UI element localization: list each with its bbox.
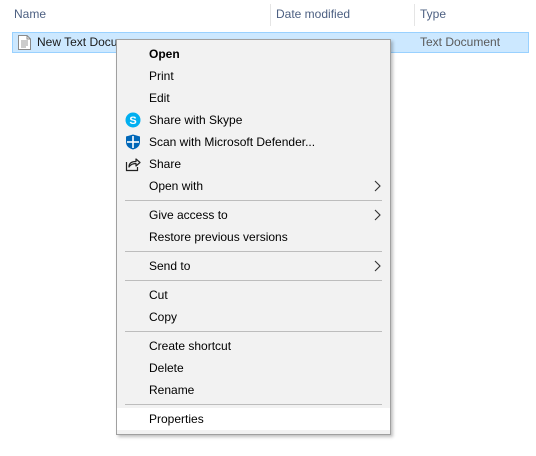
menu-separator bbox=[125, 280, 382, 281]
menu-item-open[interactable]: Open bbox=[117, 43, 390, 65]
menu-item-label: Properties bbox=[149, 412, 204, 426]
menu-item-label: Open with bbox=[149, 179, 204, 193]
menu-separator bbox=[125, 404, 382, 405]
chevron-right-icon bbox=[374, 260, 381, 272]
menu-item-delete[interactable]: Delete bbox=[117, 357, 390, 379]
column-type[interactable]: Type bbox=[420, 0, 446, 28]
menu-separator bbox=[125, 331, 382, 332]
menu-item-edit[interactable]: Edit bbox=[117, 87, 390, 109]
menu-item-label: Rename bbox=[149, 383, 195, 397]
menu-item-label: Share bbox=[149, 157, 182, 171]
menu-item-label: Delete bbox=[149, 361, 184, 375]
menu-item-label: Open bbox=[149, 47, 180, 61]
menu-item-give-access[interactable]: Give access to bbox=[117, 204, 390, 226]
share-icon bbox=[125, 158, 141, 172]
menu-item-label: Scan with Microsoft Defender... bbox=[149, 135, 316, 149]
column-divider[interactable] bbox=[270, 4, 271, 26]
menu-item-print[interactable]: Print bbox=[117, 65, 390, 87]
menu-item-label: Create shortcut bbox=[149, 339, 232, 353]
menu-separator bbox=[125, 251, 382, 252]
file-name: New Text Docu bbox=[37, 35, 118, 49]
menu-item-share[interactable]: Share bbox=[117, 153, 390, 175]
chevron-right-icon bbox=[374, 180, 381, 192]
chevron-right-icon bbox=[374, 209, 381, 221]
menu-item-label: Edit bbox=[149, 91, 170, 105]
menu-item-rename[interactable]: Rename bbox=[117, 379, 390, 401]
svg-text:S: S bbox=[129, 115, 136, 127]
menu-item-create-shortcut[interactable]: Create shortcut bbox=[117, 335, 390, 357]
menu-item-label: Cut bbox=[149, 288, 168, 302]
defender-shield-icon bbox=[126, 134, 140, 150]
menu-item-scan-defender[interactable]: Scan with Microsoft Defender... bbox=[117, 131, 390, 153]
menu-item-label: Share with Skype bbox=[149, 113, 243, 127]
menu-item-label: Restore previous versions bbox=[149, 230, 288, 244]
column-name[interactable]: Name bbox=[14, 0, 46, 28]
column-header: Name Date modified Type bbox=[0, 0, 536, 28]
menu-item-restore-versions[interactable]: Restore previous versions bbox=[117, 226, 390, 248]
menu-item-cut[interactable]: Cut bbox=[117, 284, 390, 306]
menu-item-label: Copy bbox=[149, 310, 178, 324]
file-type: Text Document bbox=[420, 35, 501, 49]
menu-item-label: Print bbox=[149, 69, 174, 83]
menu-item-label: Send to bbox=[149, 259, 191, 273]
menu-item-label: Give access to bbox=[149, 208, 228, 222]
menu-item-copy[interactable]: Copy bbox=[117, 306, 390, 328]
skype-icon: S bbox=[125, 112, 141, 128]
menu-item-send-to[interactable]: Send to bbox=[117, 255, 390, 277]
column-divider[interactable] bbox=[414, 4, 415, 26]
text-file-icon bbox=[18, 35, 31, 50]
menu-separator bbox=[125, 200, 382, 201]
menu-item-open-with[interactable]: Open with bbox=[117, 175, 390, 197]
column-date-modified[interactable]: Date modified bbox=[276, 0, 350, 28]
menu-item-properties[interactable]: Properties bbox=[117, 408, 390, 430]
menu-item-share-with-skype[interactable]: S Share with Skype bbox=[117, 109, 390, 131]
context-menu: Open Print Edit S Share with Skype Scan … bbox=[116, 39, 391, 435]
